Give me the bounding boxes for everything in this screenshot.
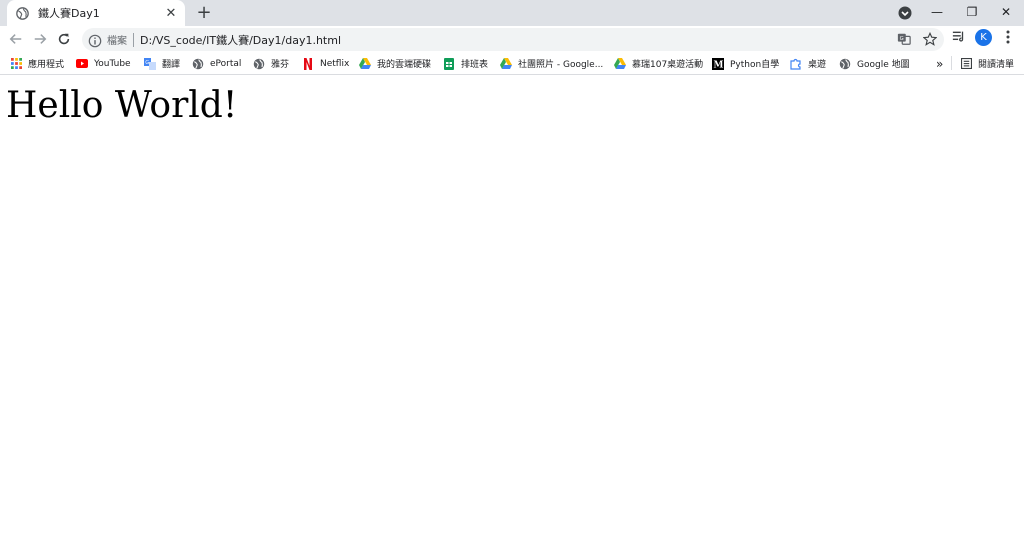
globe-icon: [253, 58, 265, 70]
bookmarks-divider: [951, 56, 952, 70]
medium-icon: M: [712, 57, 724, 70]
kebab-menu-icon[interactable]: [1002, 29, 1014, 45]
bookmark-label: 我的雲端硬碟: [377, 60, 432, 70]
address-bar[interactable]: 檔案 D:/VS_code/IT鐵人賽/Day1/day1.html G: [82, 28, 944, 51]
bookmark-label: Python自學: [730, 60, 780, 70]
bookmark-google-maps[interactable]: Google 地圖: [839, 55, 910, 72]
bookmark-translate[interactable]: G 翻譯: [144, 55, 180, 72]
bookmark-netflix[interactable]: Netflix: [302, 55, 349, 72]
svg-text:G: G: [145, 60, 149, 66]
translate-icon[interactable]: G: [896, 31, 912, 47]
toolbar: 檔案 D:/VS_code/IT鐵人賽/Day1/day1.html G K: [0, 26, 1024, 53]
new-tab-button[interactable]: +: [195, 4, 213, 22]
bookmark-apps[interactable]: 應用程式: [10, 55, 64, 72]
drive-icon: [500, 58, 512, 70]
bookmark-club-photos[interactable]: 社團照片 - Google...: [500, 55, 603, 72]
page-heading: Hello World!: [6, 85, 238, 126]
browser-chrome: 鐵人賽Day1 ✕ + — ❐ ✕ 檔案 D:/VS_code/IT鐵人賽/Da…: [0, 0, 1024, 75]
bookmark-label: 應用程式: [28, 60, 65, 70]
bookmark-schedule[interactable]: 排班表: [443, 55, 488, 72]
reading-list-button[interactable]: 閱讀清單: [960, 55, 1014, 72]
omnibox-divider: [133, 32, 134, 47]
bookmarks-bar: 應用程式 YouTube G 翻譯 ePortal 雅芬 Netflix 我的雲…: [0, 53, 1024, 75]
puzzle-icon: [790, 58, 802, 70]
window-close-button[interactable]: ✕: [990, 2, 1022, 22]
back-arrow-icon[interactable]: [6, 29, 26, 49]
bookmark-label: 雅芬: [271, 60, 290, 70]
globe-icon: [14, 5, 30, 21]
url-scheme-label: 檔案: [107, 36, 127, 47]
translate-icon: G: [144, 57, 156, 70]
bookmark-python[interactable]: M Python自學: [712, 55, 779, 72]
forward-arrow-icon[interactable]: [30, 29, 50, 49]
drive-icon: [359, 58, 371, 70]
more-bookmarks-button[interactable]: »: [936, 55, 943, 72]
bookmark-label: 社團照片 - Google...: [518, 60, 604, 70]
bookmark-boardgame-event[interactable]: 慕瑞107桌遊活動: [614, 55, 703, 72]
svg-text:G: G: [900, 36, 904, 42]
bookmark-label: Google 地圖: [857, 60, 910, 70]
tab-title: 鐵人賽Day1: [38, 7, 100, 20]
bookmark-label: ePortal: [210, 58, 242, 69]
reload-icon[interactable]: [54, 29, 74, 49]
bookmark-yafen[interactable]: 雅芬: [253, 55, 289, 72]
sheets-icon: [443, 57, 455, 70]
bookmark-eportal[interactable]: ePortal: [192, 55, 241, 72]
youtube-icon: [76, 58, 88, 70]
profile-initial: K: [975, 29, 992, 46]
globe-icon: [839, 58, 851, 70]
bookmark-label: 桌遊: [808, 60, 827, 70]
media-icon[interactable]: [952, 29, 966, 43]
minimize-button[interactable]: —: [921, 2, 953, 22]
reading-list-icon: [960, 58, 972, 70]
tab-strip: 鐵人賽Day1 ✕ + — ❐ ✕: [0, 0, 1024, 26]
bookmark-my-drive[interactable]: 我的雲端硬碟: [359, 55, 431, 72]
globe-icon: [192, 58, 204, 70]
bookmark-youtube[interactable]: YouTube: [76, 55, 131, 72]
bookmark-boardgames[interactable]: 桌遊: [790, 55, 826, 72]
reading-list-label: 閱讀清單: [978, 60, 1015, 70]
bookmark-label: 翻譯: [162, 60, 181, 70]
profile-avatar[interactable]: K: [975, 29, 992, 46]
apps-grid-icon: [10, 58, 22, 70]
active-tab[interactable]: 鐵人賽Day1 ✕: [7, 0, 185, 26]
url-text[interactable]: D:/VS_code/IT鐵人賽/Day1/day1.html: [140, 32, 341, 48]
netflix-icon: [302, 57, 314, 70]
bookmark-star-icon[interactable]: [922, 31, 938, 47]
tab-search-icon[interactable]: [897, 5, 913, 21]
tab-close-icon[interactable]: ✕: [163, 5, 179, 21]
bookmark-label: Netflix: [320, 58, 350, 69]
restore-button[interactable]: ❐: [956, 2, 988, 22]
drive-icon: [614, 58, 626, 70]
bookmark-label: 排班表: [461, 60, 489, 70]
bookmark-label: YouTube: [94, 58, 131, 69]
info-icon[interactable]: [88, 33, 102, 47]
bookmark-label: 慕瑞107桌遊活動: [632, 60, 704, 70]
svg-text:M: M: [714, 60, 724, 70]
